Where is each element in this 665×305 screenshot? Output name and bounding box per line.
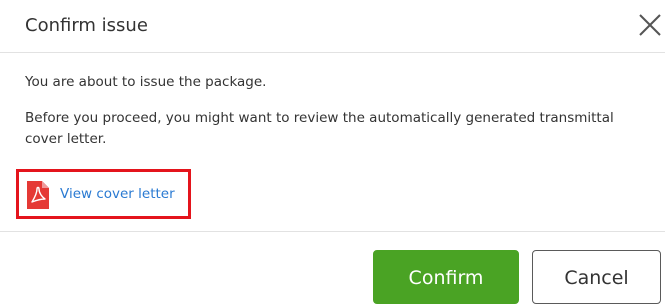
dialog-header: Confirm issue [0, 0, 665, 53]
dialog-title: Confirm issue [25, 15, 148, 36]
review-message: Before you proceed, you might want to re… [25, 110, 614, 147]
confirm-button[interactable]: Confirm [373, 250, 519, 304]
pdf-file-icon[interactable] [27, 181, 49, 209]
close-button[interactable] [636, 11, 664, 39]
close-icon [639, 14, 661, 36]
dialog-body: You are about to issue the package. Befo… [0, 54, 665, 232]
issue-message: You are about to issue the package. [25, 74, 267, 90]
view-cover-letter-link[interactable]: View cover letter [60, 184, 175, 204]
cancel-button[interactable]: Cancel [532, 250, 661, 304]
confirm-issue-dialog: Confirm issue You are about to issue the… [0, 0, 665, 305]
view-cover-letter-highlight: View cover letter [16, 169, 191, 219]
dialog-footer: Confirm Cancel [0, 233, 665, 305]
